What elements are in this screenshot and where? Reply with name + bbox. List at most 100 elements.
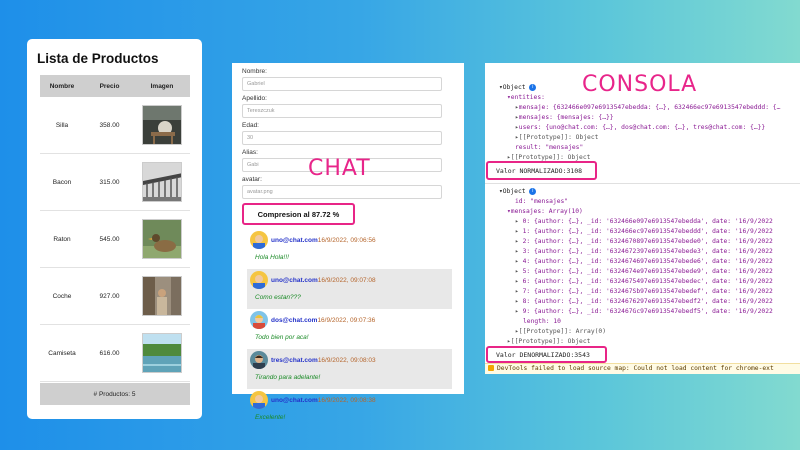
prototype-label: [[Prototype]]: Object xyxy=(510,338,591,345)
array-item[interactable]: ▸ 4: {author: {…}, _id: '6324674697e6913… xyxy=(515,257,773,267)
id-label: id: "mensajes" xyxy=(515,198,569,205)
console-object-2[interactable]: ▾Object i xyxy=(499,187,537,197)
array-item-label: 1: {author: {…}, _id: '632466ec97e691354… xyxy=(522,228,773,235)
message-text: Excelente! xyxy=(255,414,286,421)
mensajes-array-node[interactable]: ▾mensajes: Array(10) xyxy=(507,207,583,217)
length-line: length: 10 xyxy=(523,317,561,327)
avatar xyxy=(250,311,268,329)
message-text: Todo bien por aca! xyxy=(255,334,309,341)
users-node[interactable]: ▸users: {uno@chat.com: {…}, dos@chat.com… xyxy=(515,123,765,133)
message-date: 16/9/2022, 09:08:38 xyxy=(317,396,376,404)
array-item[interactable]: ▸ 8: {author: {…}, _id: '6324676297e6913… xyxy=(515,297,773,307)
avatar xyxy=(250,231,268,249)
chat-overlay-label: CHAT xyxy=(308,156,371,181)
table-header: Nombre Precio Imagen xyxy=(39,75,190,97)
users-label: users: {uno@chat.com: {…}, dos@chat.com:… xyxy=(518,124,766,131)
chat-message: tres@chat.com 16/9/2022, 09:08:03 Tirando… xyxy=(247,349,452,389)
warning-icon xyxy=(488,365,494,371)
product-name: Raton xyxy=(53,235,71,243)
apellido-input[interactable]: Tereszczuk xyxy=(242,104,442,118)
product-price: 358.00 xyxy=(99,121,120,129)
denormalized-label: Valor DENORMALIZADO:3543 xyxy=(496,350,590,359)
normalized-label: Valor NORMALIZADO:3108 xyxy=(496,166,583,175)
message-date: 16/9/2022, 09:07:36 xyxy=(317,316,376,324)
prototype-label: [[Prototype]]: Object xyxy=(510,154,591,161)
info-icon: i xyxy=(529,187,537,195)
avatar xyxy=(250,391,268,409)
prototype-node[interactable]: ▸[[Prototype]]: Array(0) xyxy=(515,327,606,337)
object-header: Object xyxy=(502,84,526,91)
products-count: # Productos: 5 xyxy=(39,383,190,405)
entities-node[interactable]: ▾entities: xyxy=(507,93,545,103)
message-date: 16/9/2022, 09:06:56 xyxy=(317,236,376,244)
array-item-label: 8: {author: {…}, _id: '6324676297e691354… xyxy=(522,298,773,305)
array-item-label: 3: {author: {…}, _id: '6324672397e691354… xyxy=(522,248,773,255)
products-title: Lista de Productos xyxy=(37,51,159,66)
apellido-label: Apellido: xyxy=(242,95,267,102)
product-image xyxy=(142,333,182,373)
prototype-label: [[Prototype]]: Object xyxy=(518,134,599,141)
message-text: Como estan??? xyxy=(247,291,452,309)
result-line: result: "mensajes" xyxy=(515,143,583,153)
object-header: Object xyxy=(502,188,526,195)
denormalized-value: Valor DENORMALIZADO:3543 xyxy=(486,346,607,363)
message-author: uno@chat.com xyxy=(271,236,318,244)
header-nombre: Nombre xyxy=(49,82,75,90)
array-item[interactable]: ▸ 3: {author: {…}, _id: '6324672397e6913… xyxy=(515,247,773,257)
array-item-label: 0: {author: {…}, _id: '632466e097e691354… xyxy=(522,218,773,225)
divider xyxy=(485,183,800,184)
array-item[interactable]: ▸ 6: {author: {…}, _id: '6324675497e6913… xyxy=(515,277,773,287)
id-line: id: "mensajes" xyxy=(515,197,568,207)
table-row: Coche 927.00 xyxy=(39,268,190,325)
chat-message: uno@chat.com 16/9/2022, 09:07:08 Como est… xyxy=(247,269,452,309)
prototype-node[interactable]: ▸[[Prototype]]: Object xyxy=(515,133,598,143)
product-name: Coche xyxy=(52,292,72,300)
array-item[interactable]: ▸ 7: {author: {…}, _id: '632467Sb97e6913… xyxy=(515,287,773,297)
normalized-value: Valor NORMALIZADO:3108 xyxy=(486,161,597,180)
entities-label: entities: xyxy=(510,94,545,101)
mensajes-array-label: mensajes: Array(10) xyxy=(510,208,583,215)
mensaje-node[interactable]: ▸mensaje: {632466e097e6913547ebedda: {…}… xyxy=(515,103,780,113)
header-precio: Precio xyxy=(99,82,120,90)
array-item-label: 4: {author: {…}, _id: '6324674697e691354… xyxy=(522,258,773,265)
compression-badge: Compresion al 87.72 % xyxy=(242,203,355,225)
array-item[interactable]: ▸ 0: {author: {…}, _id: '632466e097e6913… xyxy=(515,217,773,227)
nombre-input[interactable]: Gabriel xyxy=(242,77,442,91)
message-text: Tirando para adelante! xyxy=(247,371,452,389)
devtools-warning: DevTools failed to load source map: Coul… xyxy=(485,363,800,374)
avatar-input[interactable]: avatar.png xyxy=(242,185,442,199)
chat-panel: Nombre: Gabriel Apellido: Tereszczuk Eda… xyxy=(232,63,464,421)
product-name: Camiseta xyxy=(48,349,76,357)
product-name: Bacon xyxy=(52,178,72,186)
console-object-1[interactable]: ▾Object i xyxy=(499,83,537,93)
products-table: Nombre Precio Imagen Silla 358.00 Bacon … xyxy=(39,75,190,405)
array-item-label: 9: {author: {…}, _id: '632467Gc97e691354… xyxy=(522,308,773,315)
header-imagen: Imagen xyxy=(150,82,174,90)
product-name: Silla xyxy=(55,121,69,129)
array-item[interactable]: ▸ 5: {author: {…}, _id: '6324674e97e6913… xyxy=(515,267,773,277)
avatar xyxy=(250,271,268,289)
table-row: Silla 358.00 xyxy=(39,97,190,154)
warning-text: DevTools failed to load source map: Coul… xyxy=(497,365,774,372)
array-item[interactable]: ▸ 2: {author: {…}, _id: '6324670897e6913… xyxy=(515,237,773,247)
message-author: dos@chat.com xyxy=(271,316,318,324)
devtools-console: ▾Object i ▾entities: ▸mensaje: {632466e0… xyxy=(485,63,800,374)
array-item-label: 6: {author: {…}, _id: '6324675497e691354… xyxy=(522,278,773,285)
message-author: uno@chat.com xyxy=(271,276,318,284)
edad-input[interactable]: 30 xyxy=(242,131,442,145)
message-date: 16/9/2022, 09:07:08 xyxy=(317,276,376,284)
info-icon: i xyxy=(529,83,537,91)
edad-label: Edad: xyxy=(242,122,259,129)
mensajes-label: mensajes: {mensajes: {…}} xyxy=(518,114,614,121)
chat-message: uno@chat.com 16/9/2022, 09:08:38 Excelent… xyxy=(247,389,452,429)
array-item[interactable]: ▸ 9: {author: {…}, _id: '632467Gc97e6913… xyxy=(515,307,773,317)
chat-message: dos@chat.com 16/9/2022, 09:07:36 Todo bie… xyxy=(247,309,452,349)
product-price: 545.00 xyxy=(99,235,120,243)
array-item-label: 5: {author: {…}, _id: '6324674e97e691354… xyxy=(522,268,773,275)
mensajes-node[interactable]: ▸mensajes: {mensajes: {…}} xyxy=(515,113,614,123)
array-item[interactable]: ▸ 1: {author: {…}, _id: '632466ec97e6913… xyxy=(515,227,773,237)
mensaje-label: mensaje: {632466e097e6913547ebedda: {…},… xyxy=(518,104,781,111)
array-item-label: 2: {author: {…}, _id: '6324670897e691354… xyxy=(522,238,773,245)
product-image xyxy=(142,162,182,202)
product-image xyxy=(142,219,182,259)
